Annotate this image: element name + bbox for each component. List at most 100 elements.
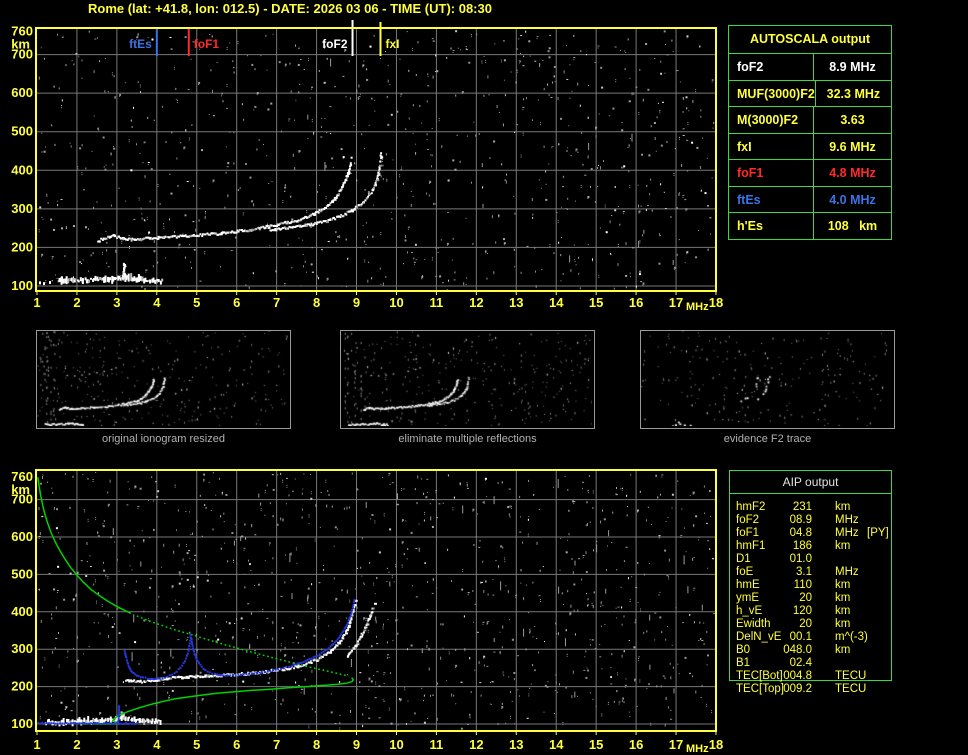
svg-text:5: 5: [193, 295, 200, 310]
autoscala-row-value: 108 km: [813, 213, 891, 239]
svg-text:12: 12: [469, 295, 483, 310]
aip-row-value: 20: [799, 618, 812, 630]
autoscala-header: AUTOSCALA output: [749, 32, 871, 46]
aip-row-unit: TECU: [835, 683, 867, 695]
autoscala-row-label: fxI: [737, 139, 752, 154]
svg-text:6: 6: [233, 737, 240, 752]
autoscala-row-value: 4.0 MHz: [813, 186, 891, 213]
aip-row-hme: hmE 110 km: [729, 579, 892, 592]
aip-row-fof1: foF1 04.8 MHz [PY]: [729, 527, 892, 540]
aip-row-unit: km: [835, 579, 851, 591]
aip-row-unit: MHz: [835, 514, 859, 526]
marker-label-fxi: fxI: [385, 37, 399, 51]
aip-row-value: 08.9: [789, 514, 812, 526]
aip-row-label: B0: [736, 644, 751, 656]
svg-text:17: 17: [669, 295, 683, 310]
svg-text:8: 8: [313, 295, 320, 310]
autoscala-row-value: 32.3 MHz: [814, 80, 891, 107]
svg-text:5: 5: [193, 737, 200, 752]
aip-row-value: 02.4: [789, 657, 812, 669]
aip-row-label: foF2: [736, 514, 760, 526]
svg-text:2: 2: [73, 295, 80, 310]
svg-text:300: 300: [11, 641, 33, 656]
autoscala-row-m3000f2: M(3000)F2 3.63: [729, 106, 891, 133]
svg-text:13: 13: [509, 737, 523, 752]
aip-row-hmf2: hmF2 231 km: [729, 501, 892, 514]
svg-text:15: 15: [589, 295, 603, 310]
aip-row-value: 186: [792, 540, 812, 552]
aip-row-label: Ewidth: [736, 618, 771, 630]
svg-text:9: 9: [353, 737, 360, 752]
svg-text:15: 15: [589, 737, 603, 752]
aip-row-label: B1: [736, 657, 751, 669]
marker-label-fof2: foF2: [322, 37, 348, 51]
autoscala-row-hes: h'Es 108 km: [729, 212, 891, 239]
aip-row-value: 110: [793, 579, 812, 591]
aip-row-unit: km: [835, 644, 851, 656]
aip-row-unit: km: [835, 540, 851, 552]
autoscala-row-value: 8.9 MHz: [813, 54, 891, 80]
aip-row-unit: m^(-3): [835, 631, 868, 643]
svg-text:16: 16: [629, 295, 643, 310]
aip-rows: hmF2 231 km foF2 08.9 MHz foF1 04.8 MHz [PY] hmF1 1…: [729, 501, 892, 696]
aip-row-label: hmF2: [736, 501, 766, 513]
svg-text:9: 9: [353, 295, 360, 310]
autoscala-output-box: AUTOSCALA output foF2 8.9 MHz MUF(3000)F2 3…: [728, 25, 892, 240]
svg-text:13: 13: [509, 295, 523, 310]
autoscala-row-value: 9.6 MHz: [813, 133, 891, 160]
thumbnail-original-ionogram: [36, 330, 291, 429]
autoscala-row-fof2: foF2 8.9 MHz: [729, 53, 891, 80]
autoscala-app-window: Rome (lat: +41.8, lon: 012.5) - DATE: 20…: [0, 0, 968, 755]
aip-row-value: 231: [792, 501, 812, 513]
thumbnail-eliminate-reflections: [340, 330, 595, 429]
aip-row-extra: [PY]: [867, 527, 889, 539]
svg-text:700: 700: [11, 47, 33, 62]
thumbnail-evidence-f2-trace: [640, 330, 895, 429]
autoscala-row-label: MUF(3000)F2: [737, 86, 815, 101]
svg-text:600: 600: [11, 529, 33, 544]
svg-text:3: 3: [113, 737, 120, 752]
svg-text:4: 4: [153, 295, 161, 310]
svg-text:8: 8: [313, 737, 320, 752]
svg-text:MHz: MHz: [686, 301, 709, 313]
autoscala-row-muf3000f2: MUF(3000)F2 32.3 MHz: [729, 79, 891, 107]
svg-text:MHz: MHz: [686, 743, 709, 755]
svg-text:14: 14: [549, 737, 564, 752]
aip-row-yme: ymE 20 km: [729, 592, 892, 605]
aip-row-label: hmF1: [736, 540, 766, 552]
svg-text:200: 200: [11, 239, 33, 254]
svg-text:18: 18: [709, 737, 723, 752]
svg-text:500: 500: [11, 566, 33, 581]
aip-row-label: ymE: [736, 592, 759, 604]
aip-row-tectop: TEC[Top] 009.2 TECU: [729, 683, 892, 696]
svg-text:300: 300: [11, 201, 33, 216]
aip-row-unit: MHz: [835, 527, 859, 539]
svg-text:100: 100: [11, 716, 33, 731]
aip-row-delnve: DelN_vE 00.1 m^(-3): [729, 631, 892, 644]
marker-label-ftes: ftEs: [129, 37, 152, 51]
autoscala-row-label: foF1: [737, 166, 764, 180]
thumbnail-caption-original: original ionogram resized: [102, 433, 225, 445]
svg-text:1: 1: [33, 295, 40, 310]
aip-row-unit: km: [835, 501, 851, 513]
svg-text:12: 12: [469, 737, 483, 752]
svg-text:11: 11: [430, 295, 444, 310]
svg-text:7: 7: [273, 737, 280, 752]
thumbnail-caption-evidence: evidence F2 trace: [723, 433, 812, 445]
aip-header: AIP output: [730, 471, 891, 494]
aip-row-value: 009.2: [783, 683, 812, 695]
autoscala-row-label: ftEs: [737, 192, 761, 207]
aip-row-value: 004.8: [783, 670, 812, 682]
aip-row-d1: D1 01.0: [729, 553, 892, 566]
svg-text:11: 11: [430, 737, 444, 752]
aip-row-value: 20: [799, 592, 812, 604]
aip-row-unit: km: [835, 618, 851, 630]
svg-text:400: 400: [11, 162, 33, 177]
aip-row-b1: B1 02.4: [729, 657, 892, 670]
autoscala-row-label: M(3000)F2: [737, 113, 799, 127]
svg-text:14: 14: [549, 295, 564, 310]
aip-row-label: foF1: [736, 527, 760, 539]
svg-text:500: 500: [11, 124, 33, 139]
svg-text:700: 700: [11, 492, 33, 507]
autoscala-row-value: 4.8 MHz: [813, 160, 891, 186]
